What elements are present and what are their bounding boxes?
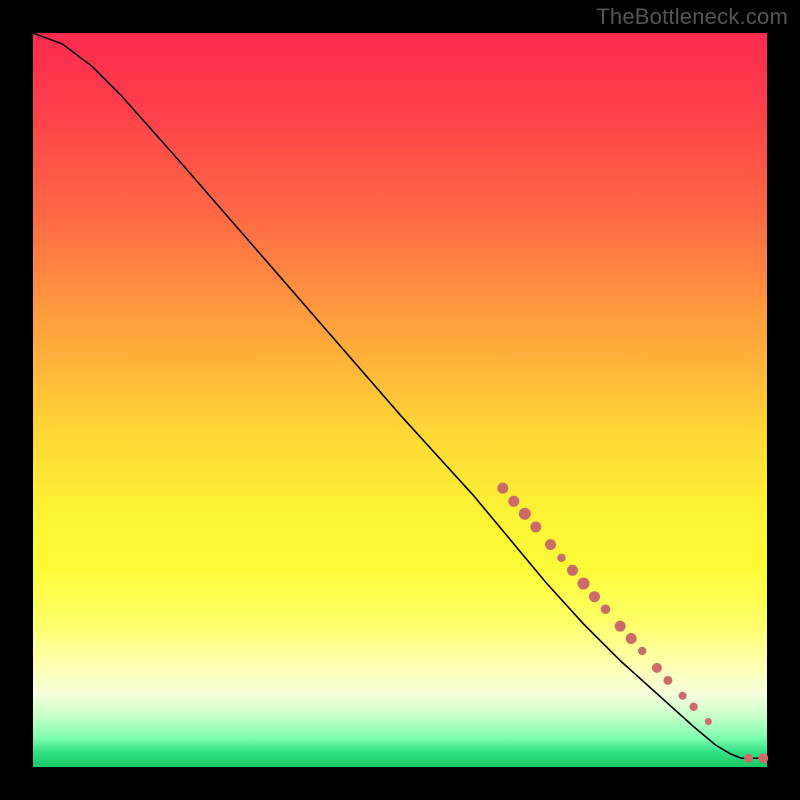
chart-stage: TheBottleneck.com	[0, 0, 800, 800]
data-point	[567, 565, 578, 576]
data-point	[497, 483, 508, 494]
data-point	[545, 539, 556, 550]
data-point	[663, 676, 672, 685]
data-point	[758, 753, 768, 763]
data-point	[705, 718, 712, 725]
data-point	[601, 604, 611, 614]
data-point	[578, 578, 590, 590]
plot-area	[33, 33, 767, 767]
data-point	[530, 522, 541, 533]
data-point	[679, 692, 687, 700]
chart-line	[33, 33, 767, 758]
data-point	[508, 496, 519, 507]
data-point	[615, 621, 626, 632]
chart-svg	[33, 33, 767, 767]
data-point	[689, 703, 697, 711]
data-point	[519, 508, 531, 520]
data-point	[652, 663, 662, 673]
data-point	[626, 633, 637, 644]
data-point	[744, 754, 753, 763]
chart-dots	[497, 483, 768, 764]
watermark-text: TheBottleneck.com	[596, 4, 788, 30]
data-point	[589, 591, 600, 602]
data-point	[638, 647, 646, 655]
data-point	[557, 554, 565, 562]
